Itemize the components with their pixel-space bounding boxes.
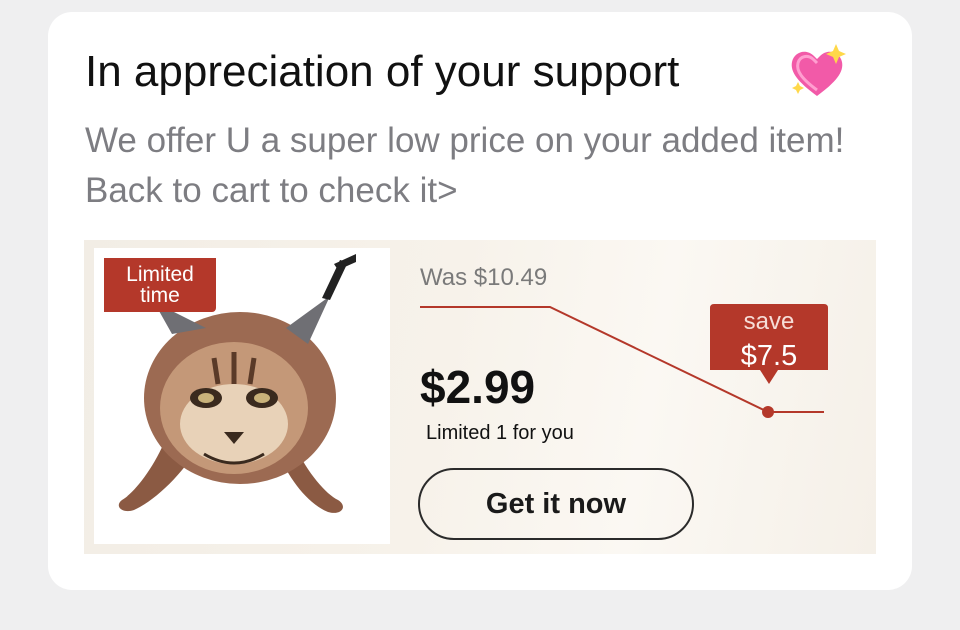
save-label: save (743, 308, 795, 335)
purchase-limit-note: Limited 1 for you (426, 422, 574, 444)
offer-banner[interactable]: Limited time Was $10.49 save $7.5 $2.99 … (84, 240, 876, 554)
current-price: $2.99 (420, 361, 536, 413)
save-amount: $7.5 (740, 340, 798, 372)
save-badge: save $7.5 (710, 304, 828, 386)
notification-card[interactable]: In appreciation of your support We offer… (48, 12, 912, 590)
sparkling-heart-icon (786, 42, 848, 104)
price-drop-point (762, 406, 774, 418)
notification-title: In appreciation of your support (85, 47, 680, 96)
original-price: Was $10.49 (420, 264, 548, 291)
notification-subtitle[interactable]: We offer U a super low price on your add… (85, 116, 885, 216)
get-it-now-button[interactable]: Get it now (418, 468, 694, 540)
